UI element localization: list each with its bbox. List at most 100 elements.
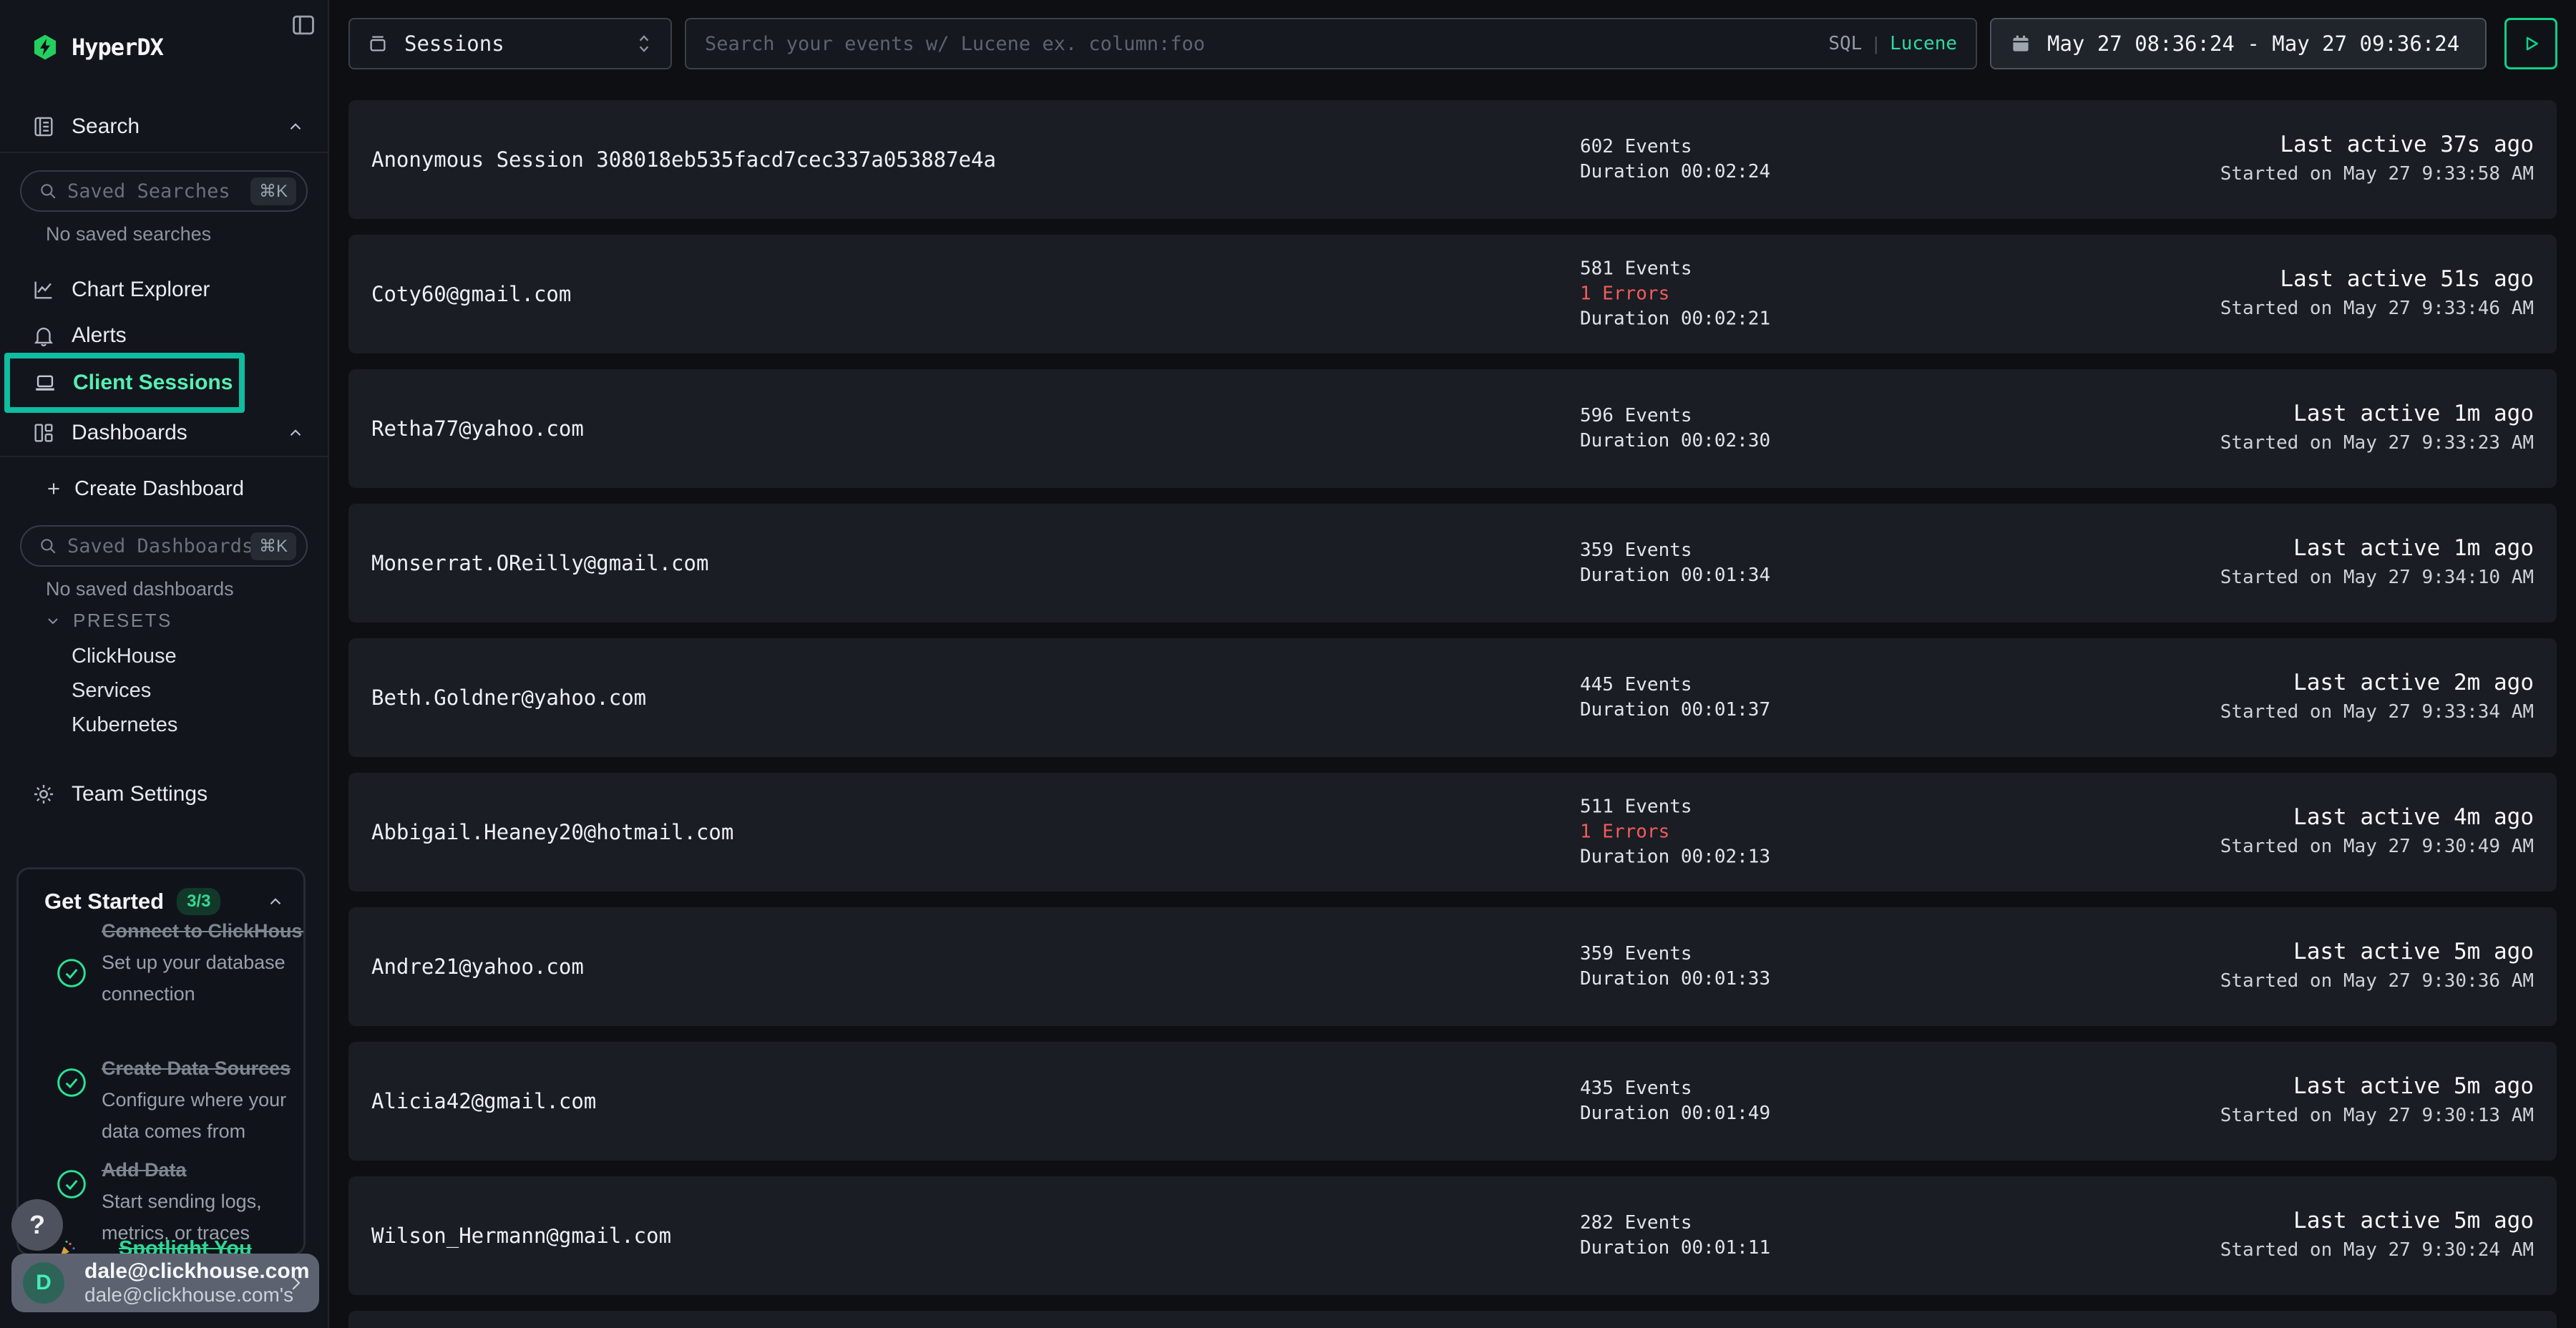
get-started-item-title: Connect to ClickHouse xyxy=(102,915,306,947)
main-content: Sessions SQL | Lucene May 27 xyxy=(329,0,2576,1328)
session-row[interactable]: Coty60@gmail.com 581 Events 1 Errors Dur… xyxy=(348,235,2557,353)
laptop-icon xyxy=(33,371,57,395)
event-search-input[interactable] xyxy=(705,33,1828,55)
session-row[interactable]: Anonymous Session 308018eb535facd7cec337… xyxy=(348,100,2557,219)
presets-label: PRESETS xyxy=(73,610,172,632)
saved-searches-input[interactable] xyxy=(67,180,250,202)
session-activity: Last active 37s ago Started on May 27 9:… xyxy=(2220,130,2534,189)
session-name: Abbigail.Heaney20@hotmail.com xyxy=(371,773,733,892)
session-last-active: Last active 5m ago xyxy=(2220,937,2534,967)
sidebar-section-dashboards[interactable]: Dashboards xyxy=(0,411,328,455)
session-name: Beth.Goldner@yahoo.com xyxy=(371,638,646,757)
session-row[interactable]: Monserrat.OReilly@gmail.com 359 Events D… xyxy=(348,504,2557,622)
sidebar: HyperDX Search xyxy=(0,0,329,1328)
session-row[interactable]: Abbigail.Heaney20@hotmail.com 511 Events… xyxy=(348,773,2557,892)
sidebar-item-client-sessions-label: Client Sessions xyxy=(73,371,233,395)
app-window: HyperDX Search xyxy=(0,0,2576,1328)
check-circle-icon xyxy=(56,957,87,989)
presets-toggle[interactable]: PRESETS xyxy=(44,610,172,632)
user-subtitle: dale@clickhouse.com's xyxy=(84,1284,285,1307)
sidebar-item-client-sessions[interactable]: Client Sessions xyxy=(4,353,245,413)
session-row-partial[interactable] xyxy=(348,1311,2557,1328)
shortcut-badge: ⌘K xyxy=(250,532,296,560)
session-events: 602 Events xyxy=(1580,135,1770,160)
session-events: 581 Events xyxy=(1580,257,1770,282)
session-started: Started on May 27 9:33:34 AM xyxy=(2220,698,2534,727)
lucene-mode-button[interactable]: Lucene xyxy=(1890,33,1957,54)
create-dashboard-label: Create Dashboard xyxy=(74,477,244,501)
sidebar-section-search[interactable]: Search xyxy=(0,104,328,149)
chevron-right-icon xyxy=(285,1272,306,1294)
source-select[interactable]: Sessions xyxy=(348,18,672,69)
select-chevrons-icon xyxy=(635,33,653,54)
run-query-button[interactable] xyxy=(2504,18,2557,69)
app-title: HyperDX xyxy=(72,34,163,61)
user-menu[interactable]: D dale@clickhouse.com dale@clickhouse.co… xyxy=(11,1254,319,1312)
session-row[interactable]: Beth.Goldner@yahoo.com 445 Events Durati… xyxy=(348,638,2557,757)
session-row[interactable]: Wilson_Hermann@gmail.com 282 Events Dura… xyxy=(348,1176,2557,1295)
search-icon xyxy=(39,182,57,200)
help-button[interactable]: ? xyxy=(11,1199,63,1251)
chevron-up-icon xyxy=(286,424,305,442)
session-activity: Last active 5m ago Started on May 27 9:3… xyxy=(2220,1072,2534,1131)
preset-item-kubernetes[interactable]: Kubernetes xyxy=(72,713,177,737)
hyperdx-logo-icon[interactable] xyxy=(31,34,59,61)
saved-dashboards-input[interactable] xyxy=(67,535,250,557)
session-started: Started on May 27 9:30:49 AM xyxy=(2220,832,2534,861)
journal-icon xyxy=(31,114,56,139)
session-name: Anonymous Session 308018eb535facd7cec337… xyxy=(371,100,996,219)
session-activity: Last active 5m ago Started on May 27 9:3… xyxy=(2220,1206,2534,1265)
session-last-active: Last active 37s ago xyxy=(2220,130,2534,160)
check-circle-icon xyxy=(56,1168,87,1200)
preset-item-clickhouse[interactable]: ClickHouse xyxy=(72,645,177,668)
create-dashboard-button[interactable]: Create Dashboard xyxy=(0,467,328,511)
preset-item-services[interactable]: Services xyxy=(72,679,151,703)
sidebar-section-search-label: Search xyxy=(72,114,140,139)
session-activity: Last active 2m ago Started on May 27 9:3… xyxy=(2220,668,2534,727)
session-duration: Duration 00:01:37 xyxy=(1580,698,1770,723)
session-duration: Duration 00:02:30 xyxy=(1580,429,1770,454)
session-name: Coty60@gmail.com xyxy=(371,235,571,353)
archive-box-icon xyxy=(367,33,389,54)
divider: | xyxy=(1873,33,1878,55)
session-duration: Duration 00:01:49 xyxy=(1580,1101,1770,1126)
saved-dashboards-search[interactable]: ⌘K xyxy=(20,525,308,567)
session-duration: Duration 00:02:24 xyxy=(1580,160,1770,185)
chevron-down-icon xyxy=(44,612,62,630)
session-last-active: Last active 4m ago xyxy=(2220,803,2534,832)
session-row[interactable]: Alicia42@gmail.com 435 Events Duration 0… xyxy=(348,1042,2557,1161)
session-started: Started on May 27 9:30:13 AM xyxy=(2220,1101,2534,1131)
session-events: 445 Events xyxy=(1580,673,1770,698)
sidebar-item-team-settings[interactable]: Team Settings xyxy=(0,772,328,816)
sidebar-collapse-icon[interactable] xyxy=(285,7,322,43)
session-stats: 581 Events 1 Errors Duration 00:02:21 xyxy=(1580,257,1770,332)
session-errors: 1 Errors xyxy=(1580,820,1770,845)
sidebar-section-dashboards-label: Dashboards xyxy=(72,421,187,445)
gear-icon xyxy=(31,782,56,806)
session-started: Started on May 27 9:30:24 AM xyxy=(2220,1236,2534,1265)
session-last-active: Last active 51s ago xyxy=(2220,265,2534,294)
session-row[interactable]: Retha77@yahoo.com 596 Events Duration 00… xyxy=(348,369,2557,488)
session-started: Started on May 27 9:34:10 AM xyxy=(2220,563,2534,592)
dashboard-icon xyxy=(31,421,56,445)
sidebar-item-team-settings-label: Team Settings xyxy=(72,782,208,806)
get-started-item-desc: Configure where your data comes from xyxy=(102,1084,306,1147)
get-started-item-title: Add Data xyxy=(102,1154,306,1186)
sidebar-item-alerts[interactable]: Alerts xyxy=(0,313,328,358)
sql-mode-button[interactable]: SQL xyxy=(1828,33,1862,54)
session-name: Retha77@yahoo.com xyxy=(371,369,584,488)
saved-searches-search[interactable]: ⌘K xyxy=(20,170,308,212)
get-started-header[interactable]: Get Started 3/3 xyxy=(44,888,285,915)
session-row[interactable]: Andre21@yahoo.com 359 Events Duration 00… xyxy=(348,907,2557,1026)
time-range-picker[interactable]: May 27 08:36:24 - May 27 09:36:24 xyxy=(1990,18,2487,69)
user-info: dale@clickhouse.com dale@clickhouse.com'… xyxy=(84,1259,285,1307)
sidebar-item-chart-explorer[interactable]: Chart Explorer xyxy=(0,268,328,312)
event-search-bar: SQL | Lucene xyxy=(685,18,1977,69)
session-duration: Duration 00:01:34 xyxy=(1580,563,1770,588)
session-activity: Last active 1m ago Started on May 27 9:3… xyxy=(2220,399,2534,458)
session-name: Alicia42@gmail.com xyxy=(371,1042,596,1161)
bell-icon xyxy=(31,323,56,348)
session-name: Andre21@yahoo.com xyxy=(371,907,584,1026)
session-last-active: Last active 5m ago xyxy=(2220,1072,2534,1101)
check-circle-icon xyxy=(56,1067,87,1098)
